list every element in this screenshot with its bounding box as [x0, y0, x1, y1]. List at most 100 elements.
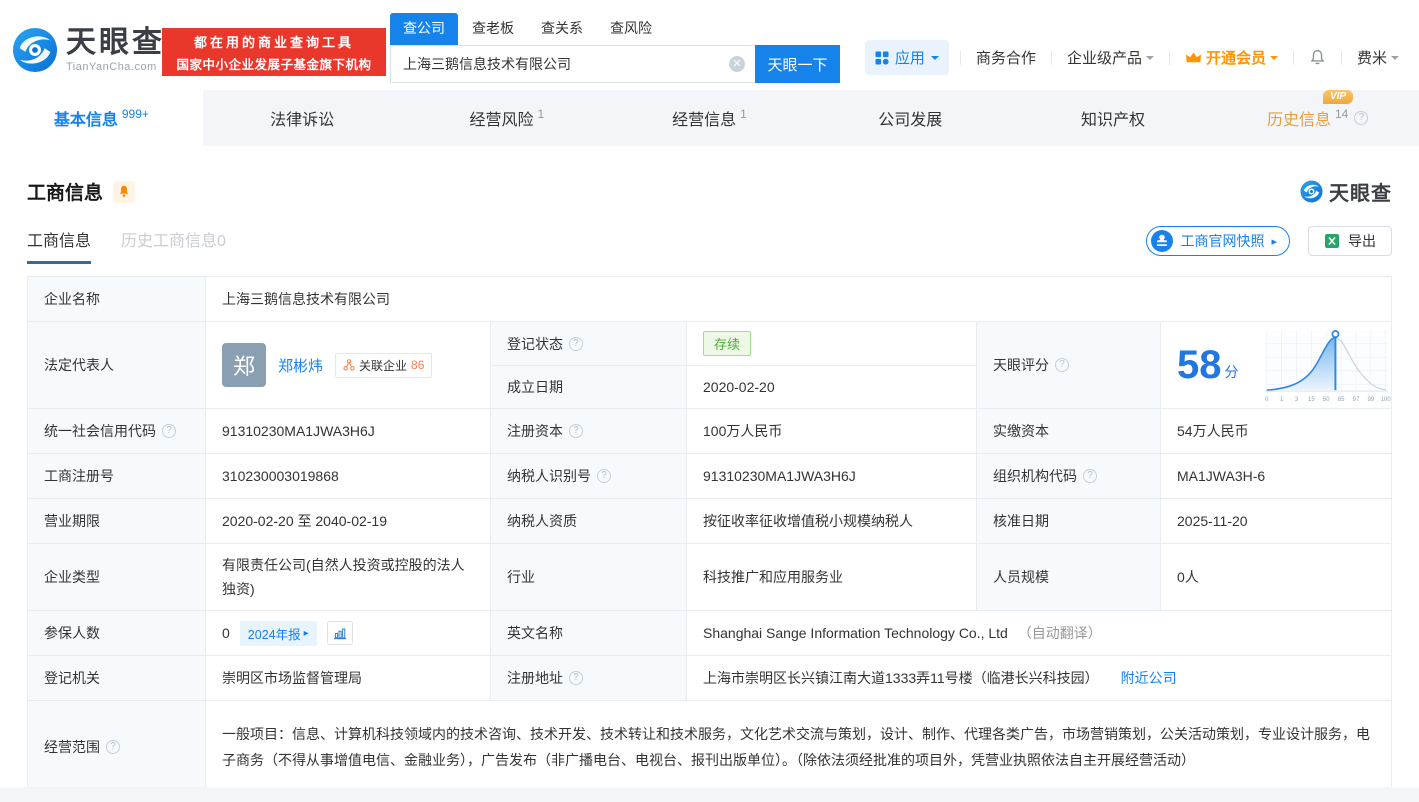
company-name-label: 企业名称	[27, 276, 206, 322]
stamp-icon	[1151, 230, 1174, 252]
reg-capital-label: 注册资本?	[490, 408, 687, 454]
help-icon[interactable]: ?	[597, 469, 611, 483]
annual-report-badge[interactable]: 2024年报 ▸	[239, 620, 317, 646]
search-input[interactable]	[390, 45, 755, 83]
banner-line2: 国家中小企业发展子基金旗下机构	[176, 57, 372, 72]
company-type-label: 企业类型	[27, 543, 206, 611]
tianyancha-company-page: 天眼查 TianYanCha.com 都在用的商业查询工具 国家中小企业发展子基…	[0, 0, 1419, 802]
search-tab-company[interactable]: 查公司	[390, 13, 458, 45]
company-type-value: 有限责任公司(自然人投资或控股的法人独资)	[205, 543, 491, 611]
svg-text:99: 99	[1367, 397, 1374, 403]
nearby-companies-link[interactable]: 附近公司	[1121, 670, 1177, 686]
help-icon[interactable]: ?	[1055, 358, 1069, 372]
search-tab-boss[interactable]: 查老板	[472, 13, 514, 45]
tab-business-info[interactable]: 经营信息 1	[608, 90, 811, 146]
staff-size-value: 0人	[1160, 543, 1392, 611]
reg-status-value: 存续	[686, 321, 977, 366]
apps-label: 应用	[894, 50, 925, 67]
established-value: 2020-02-20	[686, 365, 977, 409]
nav-open-vip[interactable]: 开通会员	[1185, 47, 1278, 68]
tianyan-score: 58	[1177, 343, 1222, 387]
score-value: 58 分 0 1 3 15 50 85 97 99 100	[1160, 321, 1392, 409]
nav-cooperation[interactable]: 商务合作	[976, 47, 1036, 68]
banner-line1: 都在用的商业查询工具	[193, 34, 354, 50]
subtab-history-registration[interactable]: 历史工商信息0	[121, 227, 226, 264]
subtab-current-registration[interactable]: 工商信息	[27, 227, 92, 264]
tab-count: 1	[537, 107, 545, 121]
score-distribution-chart: 0 1 3 15 50 85 97 99 100	[1264, 330, 1391, 403]
divider	[1050, 50, 1052, 65]
table-row: 经营范围? 一般项目：信息、计算机科技领域内的技术咨询、技术开发、技术转让和技术…	[27, 700, 1392, 794]
insured-value: 0 2024年报 ▸	[205, 610, 491, 656]
english-name-value: Shanghai Sange Information Technology Co…	[686, 610, 1392, 656]
search-tab-risk[interactable]: 查风险	[610, 13, 652, 45]
arrow-right-icon: ▸	[1271, 235, 1277, 248]
header-nav: 应用 商务合作 企业级产品 开通会员 费米	[864, 40, 1403, 75]
address-value: 上海市崇明区长兴镇江南大道1333弄11号楼（临港长兴科技园） 附近公司	[686, 655, 1392, 701]
user-menu[interactable]: 费米	[1357, 47, 1399, 68]
official-snapshot-button[interactable]: 工商官网快照 ▸	[1146, 226, 1290, 256]
divider	[1292, 50, 1294, 65]
tab-operation-risk[interactable]: 经营风险 1	[405, 90, 608, 146]
search-tab-relation[interactable]: 查关系	[541, 13, 583, 45]
export-button[interactable]: 导出	[1308, 226, 1392, 256]
table-row: 企业名称 上海三鹅信息技术有限公司	[27, 276, 1392, 322]
table-row: 法定代表人 郑 郑彬炜 关联企业 86 登记状态 ? 存续 天眼评分 ? 58 …	[27, 321, 1392, 409]
english-name-label: 英文名称	[490, 610, 687, 656]
chevron-down-icon	[930, 55, 939, 64]
sub-tab-row: 工商信息 历史工商信息0 工商官网快照 ▸ 导出	[27, 226, 1392, 264]
business-scope-label: 经营范围?	[27, 700, 206, 794]
established-label: 成立日期	[490, 365, 687, 409]
help-icon[interactable]: ?	[1354, 111, 1369, 125]
svg-text:97: 97	[1352, 397, 1359, 403]
related-companies-badge[interactable]: 关联企业 86	[335, 352, 433, 378]
divider	[959, 50, 961, 65]
network-icon	[343, 359, 355, 371]
approval-date-label: 核准日期	[976, 498, 1161, 544]
reg-number-value: 310230003019868	[205, 453, 491, 499]
table-row: 工商注册号 310230003019868 纳税人识别号? 91310230MA…	[27, 453, 1392, 499]
header: 天眼查 TianYanCha.com 都在用的商业查询工具 国家中小企业发展子基…	[0, 0, 1419, 90]
taxpayer-quality-value: 按征收率征收增值税小规模纳税人	[686, 498, 977, 544]
svg-text:1: 1	[1280, 397, 1284, 403]
subscribe-bell-button[interactable]	[113, 180, 136, 203]
score-label: 天眼评分?	[976, 321, 1161, 409]
reg-capital-value: 100万人民币	[686, 408, 977, 454]
search-button[interactable]: 天眼一下	[755, 45, 840, 83]
paid-capital-value: 54万人民币	[1160, 408, 1392, 454]
clear-search-icon[interactable]: ✕	[729, 56, 745, 72]
help-icon[interactable]: ?	[106, 740, 120, 754]
page-footer-strip	[0, 787, 1419, 802]
svg-text:0: 0	[1265, 397, 1269, 403]
divider	[1168, 50, 1170, 65]
apps-menu[interactable]: 应用	[864, 40, 949, 75]
table-row: 参保人数 0 2024年报 ▸ 英文名称 Shanghai Sange Info…	[27, 610, 1392, 656]
help-icon[interactable]: ?	[1083, 469, 1097, 483]
tab-basic-info[interactable]: 基本信息 999+	[0, 90, 203, 146]
help-icon[interactable]: ?	[569, 671, 583, 685]
brand-logo[interactable]: 天眼查 TianYanCha.com	[12, 27, 165, 73]
tab-history-info[interactable]: VIP 历史信息 14 ?	[1216, 90, 1419, 146]
tab-count: 1	[740, 107, 747, 121]
watermark-brand: 天眼查	[1300, 177, 1392, 206]
nav-enterprise-products[interactable]: 企业级产品	[1067, 47, 1154, 68]
tab-legal-litigation[interactable]: 法律诉讼	[203, 90, 406, 146]
trend-chart-icon	[333, 628, 346, 640]
tab-company-development[interactable]: 公司发展	[811, 90, 1014, 146]
help-icon[interactable]: ?	[569, 336, 583, 351]
table-row: 登记机关 崇明区市场监督管理局 注册地址? 上海市崇明区长兴镇江南大道1333弄…	[27, 655, 1392, 701]
help-icon[interactable]: ?	[162, 424, 176, 438]
business-registration-section: 工商信息 天眼查 工商信息 历史工商信息0 工商官网快照 ▸ 导出 企业名称 上…	[0, 177, 1419, 794]
tab-intellectual-property[interactable]: 知识产权	[1014, 90, 1217, 146]
notifications-button[interactable]	[1309, 49, 1326, 66]
legal-rep-link[interactable]: 郑彬炜	[278, 355, 323, 376]
insured-trend-button[interactable]	[326, 621, 353, 645]
legal-rep-avatar[interactable]: 郑	[222, 343, 266, 387]
help-icon[interactable]: ?	[569, 424, 583, 438]
table-row: 统一社会信用代码? 91310230MA1JWA3H6J 注册资本? 100万人…	[27, 408, 1392, 454]
staff-size-label: 人员规模	[976, 543, 1161, 611]
authority-label: 登记机关	[27, 655, 206, 701]
apps-grid-icon	[875, 51, 889, 65]
company-name-value: 上海三鹅信息技术有限公司	[205, 276, 1392, 322]
tianyancha-eye-icon	[1300, 180, 1323, 203]
